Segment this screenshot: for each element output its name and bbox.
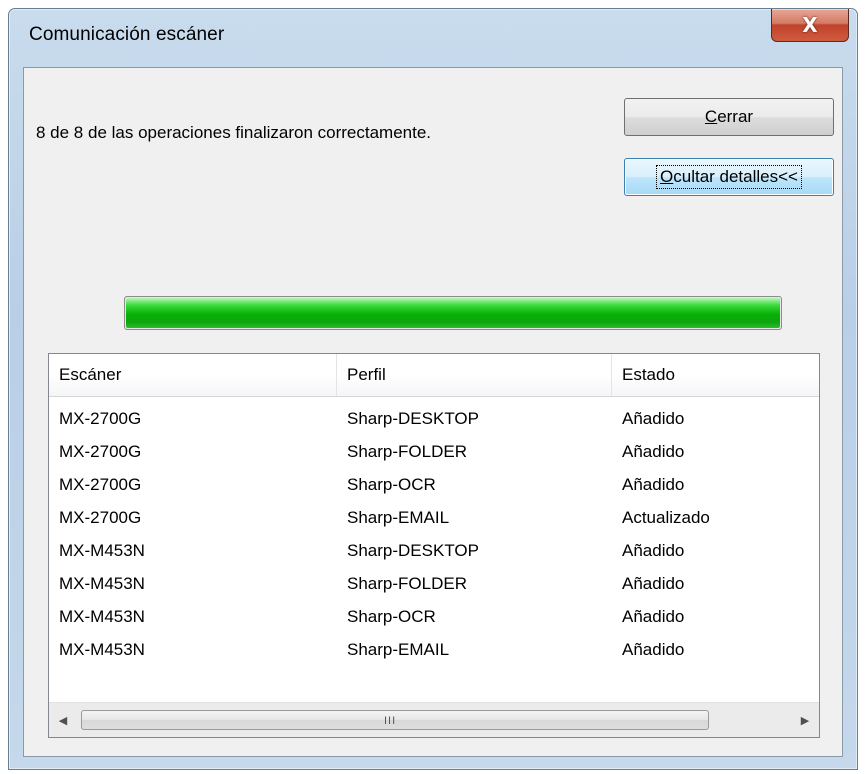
- progress-bar-fill: [126, 298, 780, 328]
- cell-scanner: MX-2700G: [59, 508, 142, 527]
- column-header-scanner[interactable]: Escáner: [49, 354, 337, 396]
- horizontal-scrollbar[interactable]: ◀ III ▶: [49, 702, 819, 737]
- close-button[interactable]: Cerrar: [624, 98, 834, 136]
- close-window-button[interactable]: X: [771, 9, 849, 42]
- table-row[interactable]: MX-2700G Sharp-DESKTOP Añadido: [49, 402, 819, 435]
- cell-profile: Sharp-EMAIL: [347, 508, 450, 527]
- results-list[interactable]: Escáner Perfil Estado MX-2700G Sharp-DESK…: [48, 353, 820, 738]
- grip-icon: III: [384, 715, 397, 727]
- cell-scanner: MX-2700G: [59, 409, 142, 428]
- table-row[interactable]: MX-M453N Sharp-EMAIL Añadido: [49, 633, 819, 666]
- dialog-window: Comunicación escáner X 8 de 8 de las ope…: [8, 8, 858, 770]
- cell-scanner: MX-2700G: [59, 475, 142, 494]
- scroll-right-icon[interactable]: ▶: [793, 703, 817, 737]
- cell-status: Añadido: [622, 475, 685, 494]
- table-row[interactable]: MX-M453N Sharp-FOLDER Añadido: [49, 567, 819, 600]
- column-header-status[interactable]: Estado: [612, 354, 821, 396]
- cell-scanner: MX-M453N: [59, 541, 145, 560]
- cell-profile: Sharp-OCR: [347, 607, 436, 626]
- cell-scanner: MX-M453N: [59, 640, 145, 659]
- table-row[interactable]: MX-2700G Sharp-EMAIL Actualizado: [49, 501, 819, 534]
- cell-profile: Sharp-EMAIL: [347, 640, 450, 659]
- cell-status: Añadido: [622, 442, 685, 461]
- status-message: 8 de 8 de las operaciones finalizaron co…: [36, 123, 432, 142]
- cell-scanner: MX-M453N: [59, 574, 145, 593]
- close-icon: X: [802, 13, 818, 37]
- cell-profile: Sharp-FOLDER: [347, 442, 467, 461]
- cell-profile: Sharp-DESKTOP: [347, 541, 479, 560]
- close-button-label: Cerrar: [704, 107, 754, 126]
- cell-profile: Sharp-DESKTOP: [347, 409, 479, 428]
- cell-status: Añadido: [622, 409, 685, 428]
- column-header-profile[interactable]: Perfil: [337, 354, 612, 396]
- dialog-client-area: 8 de 8 de las operaciones finalizaron co…: [23, 67, 843, 757]
- scroll-left-icon[interactable]: ◀: [51, 703, 75, 737]
- cell-profile: Sharp-OCR: [347, 475, 436, 494]
- cell-status: Añadido: [622, 541, 685, 560]
- scrollbar-thumb[interactable]: III: [81, 710, 709, 730]
- cell-status: Añadido: [622, 607, 685, 626]
- list-header: Escáner Perfil Estado: [49, 354, 819, 397]
- hide-details-button[interactable]: Ocultar detalles<<: [624, 158, 834, 196]
- table-row[interactable]: MX-M453N Sharp-DESKTOP Añadido: [49, 534, 819, 567]
- cell-status: Añadido: [622, 640, 685, 659]
- cell-profile: Sharp-FOLDER: [347, 574, 467, 593]
- cell-scanner: MX-M453N: [59, 607, 145, 626]
- progress-bar: [124, 296, 782, 330]
- cell-status: Añadido: [622, 574, 685, 593]
- table-row[interactable]: MX-M453N Sharp-OCR Añadido: [49, 600, 819, 633]
- cell-scanner: MX-2700G: [59, 442, 142, 461]
- window-title: Comunicación escáner: [29, 24, 225, 45]
- table-row[interactable]: MX-2700G Sharp-OCR Añadido: [49, 468, 819, 501]
- cell-status: Actualizado: [622, 508, 710, 527]
- title-bar[interactable]: Comunicación escáner X: [9, 9, 857, 65]
- hide-details-button-label: Ocultar detalles<<: [656, 165, 802, 189]
- table-row[interactable]: MX-2700G Sharp-FOLDER Añadido: [49, 435, 819, 468]
